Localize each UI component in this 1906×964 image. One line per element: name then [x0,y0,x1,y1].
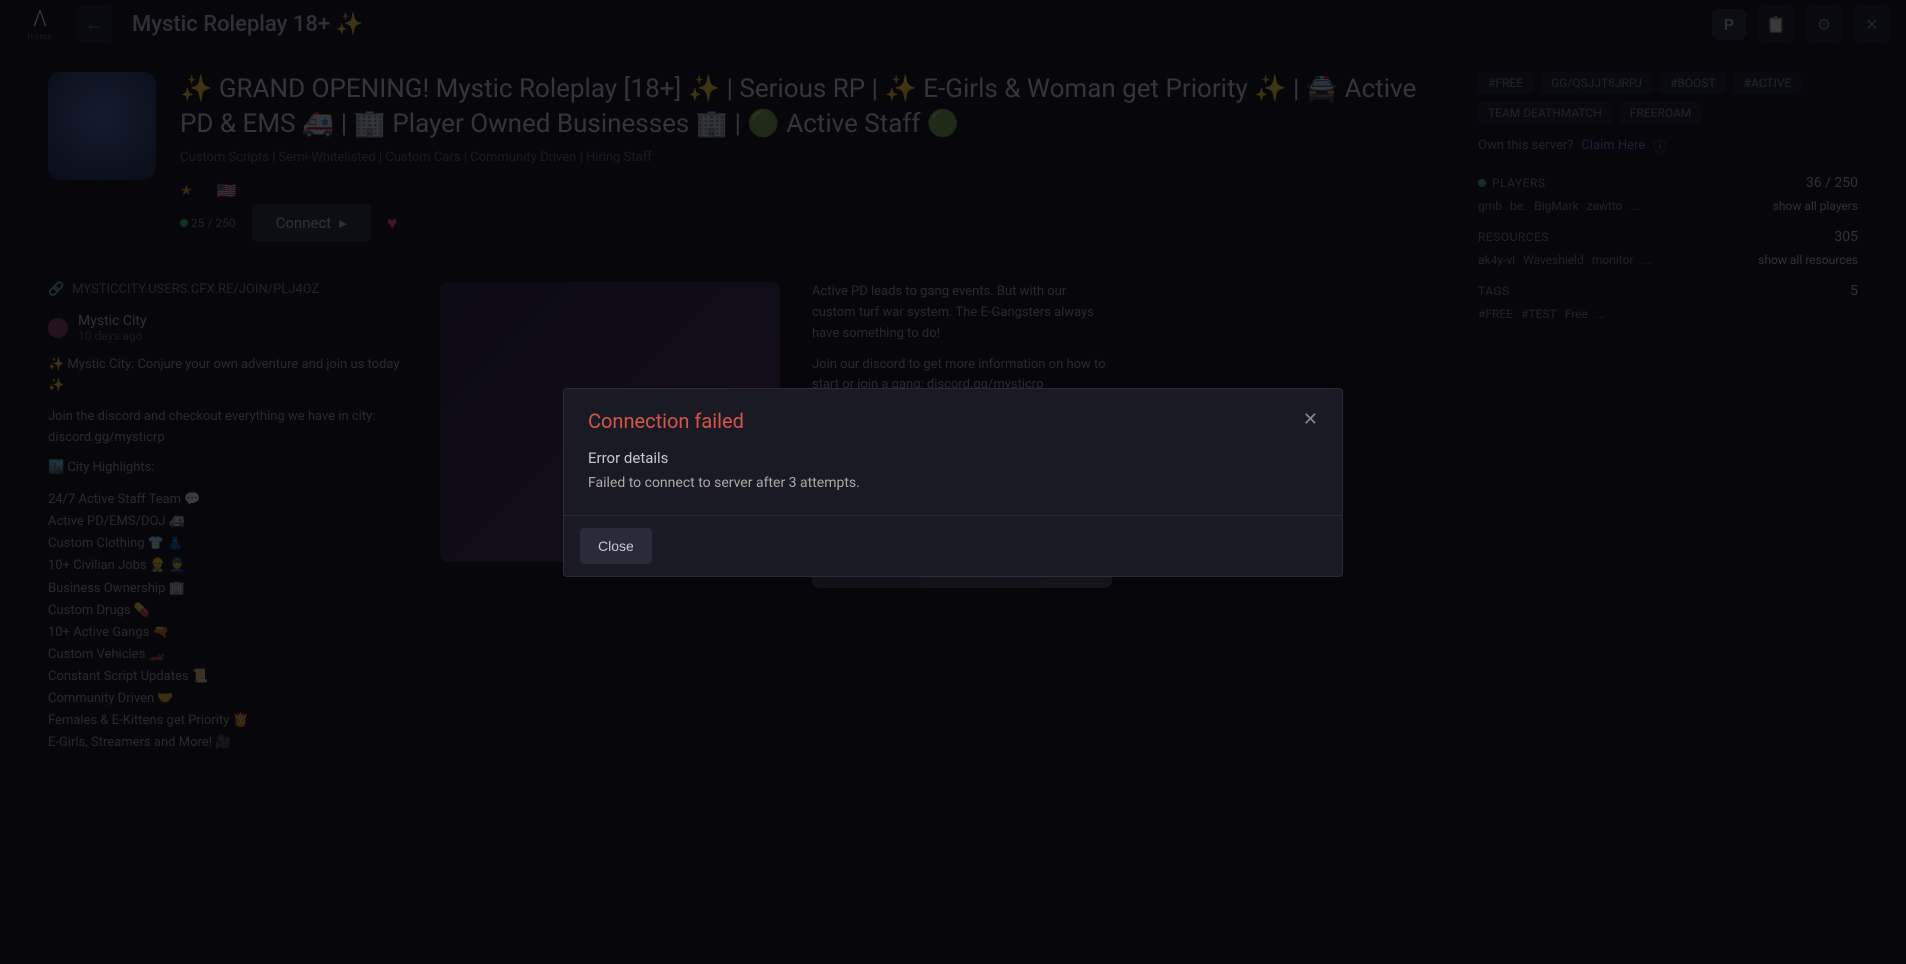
modal-close-button[interactable]: ✕ [1303,409,1318,430]
modal-close-action[interactable]: Close [580,528,652,564]
modal-body: Error details Failed to connect to serve… [564,441,1342,516]
modal-header: Connection failed ✕ [564,389,1342,441]
modal-footer: Close [564,516,1342,576]
connection-failed-modal: Connection failed ✕ Error details Failed… [563,388,1343,577]
modal-overlay: Connection failed ✕ Error details Failed… [0,0,1906,964]
modal-title: Connection failed [588,409,744,433]
modal-subtitle: Error details [588,449,1318,467]
modal-error-text: Failed to connect to server after 3 atte… [588,475,1318,491]
